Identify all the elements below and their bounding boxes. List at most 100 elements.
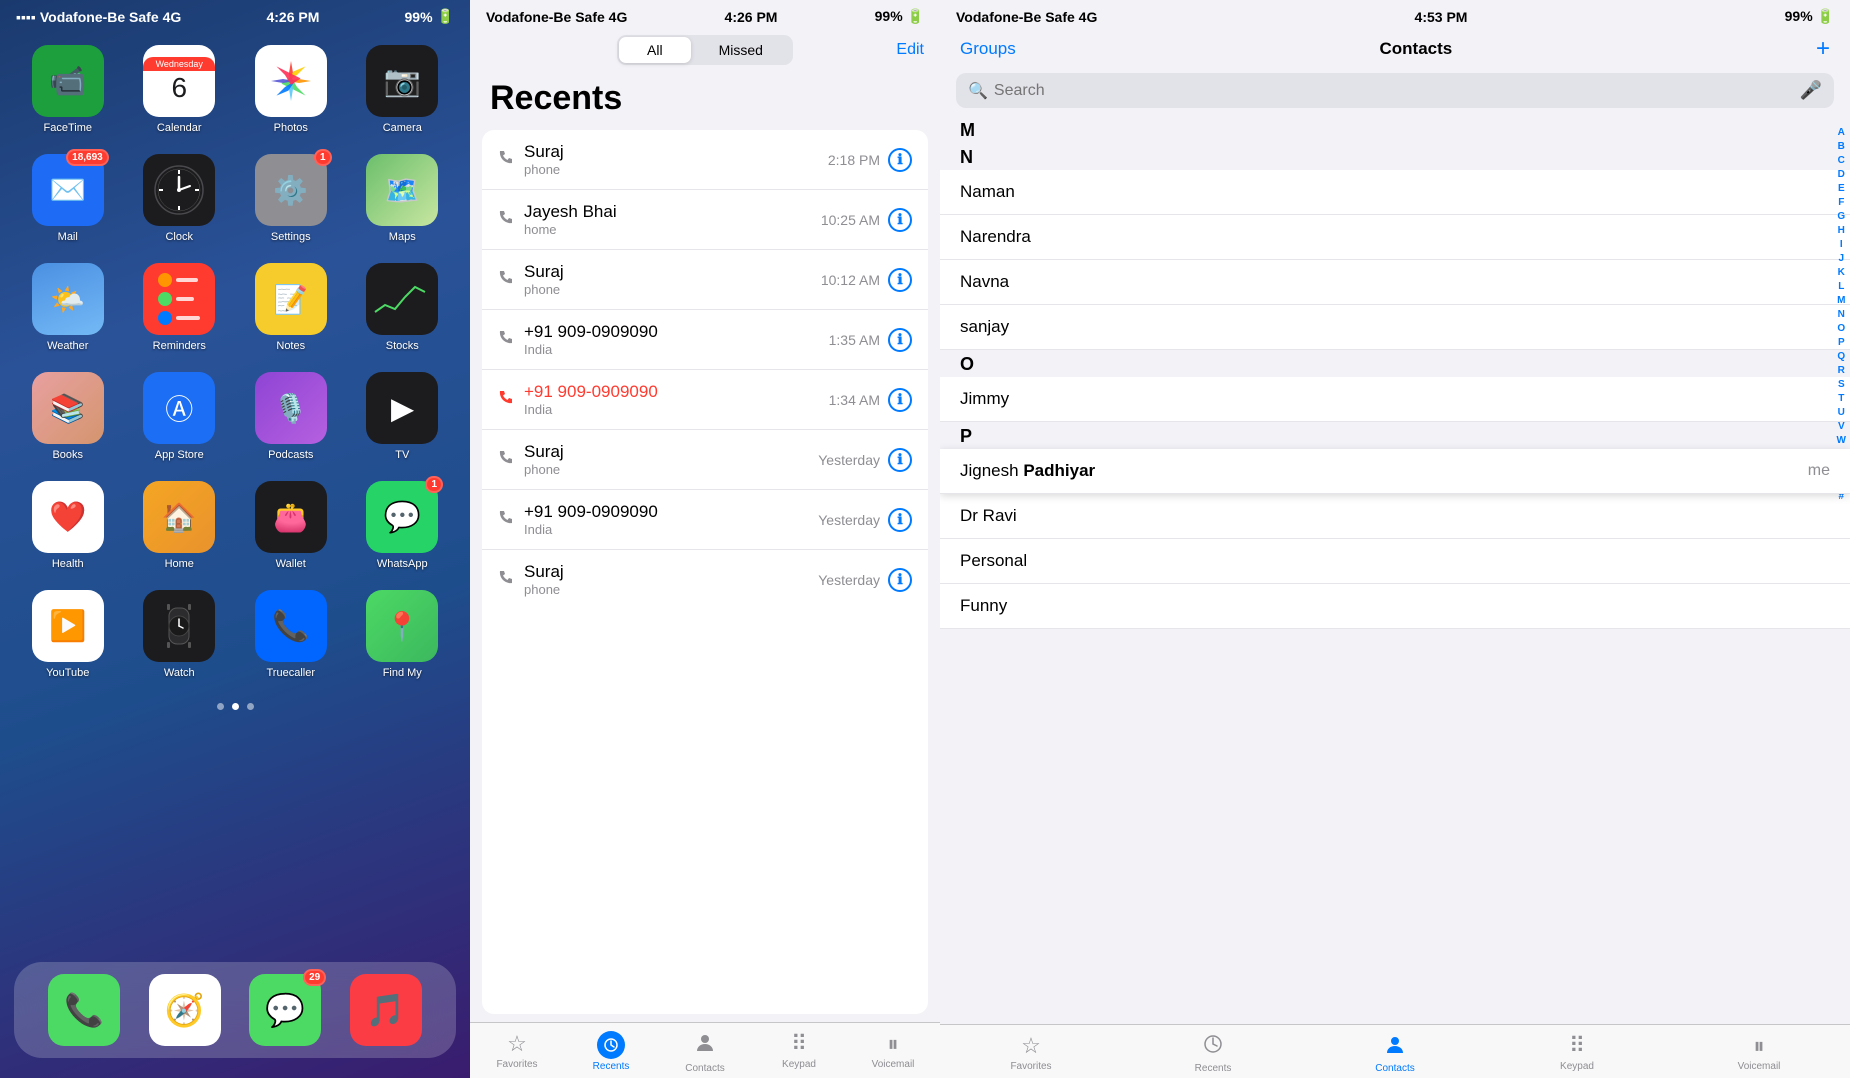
app-tv[interactable]: ▶ TV (357, 372, 449, 461)
edit-button[interactable]: Edit (896, 41, 924, 59)
recent-call-8[interactable]: Suraj phone Yesterday ℹ (482, 550, 928, 609)
app-stocks[interactable]: Stocks (357, 263, 449, 352)
recent-call-3[interactable]: Suraj phone 10:12 AM ℹ (482, 250, 928, 310)
app-notes[interactable]: 📝 Notes (245, 263, 337, 352)
app-appstore[interactable]: Ⓐ App Store (134, 372, 226, 461)
info-btn-6[interactable]: ℹ (888, 448, 912, 472)
dock-music[interactable]: 🎵 (350, 974, 422, 1046)
app-podcasts[interactable]: 🎙️ Podcasts (245, 372, 337, 461)
recent-name-3: Suraj (524, 262, 821, 282)
app-maps[interactable]: 🗺️ Maps (357, 154, 449, 243)
contact-jignesh[interactable]: Jignesh Padhiyar me (940, 449, 1850, 494)
recent-call-1[interactable]: Suraj phone 2:18 PM ℹ (482, 130, 928, 190)
dock-messages[interactable]: 💬 29 (249, 974, 321, 1046)
tab-all[interactable]: All (619, 37, 691, 63)
recent-call-4[interactable]: +91 909-0909090 India 1:35 AM ℹ (482, 310, 928, 370)
app-mail[interactable]: ✉️ 18,693 Mail (22, 154, 114, 243)
contact-jimmy[interactable]: Jimmy (940, 377, 1850, 422)
info-btn-7[interactable]: ℹ (888, 508, 912, 532)
alpha-b[interactable]: B (1838, 140, 1845, 153)
recent-call-2[interactable]: Jayesh Bhai home 10:25 AM ℹ (482, 190, 928, 250)
contact-funny[interactable]: Funny (940, 584, 1850, 629)
alpha-c[interactable]: C (1838, 154, 1845, 167)
alpha-w[interactable]: W (1837, 434, 1846, 447)
status-carrier: ▪▪▪▪ Vodafone-Be Safe 4G (16, 9, 181, 25)
alpha-u[interactable]: U (1838, 406, 1845, 419)
app-wallet[interactable]: 👛 Wallet (245, 481, 337, 570)
recent-call-7[interactable]: +91 909-0909090 India Yesterday ℹ (482, 490, 928, 550)
info-btn-8[interactable]: ℹ (888, 568, 912, 592)
contact-sanjay[interactable]: sanjay (940, 305, 1850, 350)
info-btn-2[interactable]: ℹ (888, 208, 912, 232)
app-camera[interactable]: 📷 Camera (357, 45, 449, 134)
app-facetime[interactable]: 📹 FaceTime (22, 45, 114, 134)
app-youtube[interactable]: ▶️ YouTube (22, 590, 114, 679)
mic-icon[interactable]: 🎤 (1800, 80, 1822, 101)
alpha-j[interactable]: J (1838, 252, 1844, 265)
recent-type-7: India (524, 522, 818, 537)
contacts-tab-voicemail[interactable]: ⏸ Voicemail (1668, 1033, 1850, 1074)
alpha-n[interactable]: N (1838, 308, 1845, 321)
info-btn-3[interactable]: ℹ (888, 268, 912, 292)
contacts-tab-recents[interactable]: Recents (1122, 1033, 1304, 1074)
app-truecaller[interactable]: 📞 Truecaller (245, 590, 337, 679)
recent-type-3: phone (524, 282, 821, 297)
alpha-q[interactable]: Q (1837, 350, 1845, 363)
app-settings[interactable]: ⚙️ 1 Settings (245, 154, 337, 243)
app-whatsapp[interactable]: 💬 1 WhatsApp (357, 481, 449, 570)
contact-personal[interactable]: Personal (940, 539, 1850, 584)
alpha-l[interactable]: L (1838, 280, 1844, 293)
app-clock[interactable]: Clock (134, 154, 226, 243)
tab-favorites[interactable]: ☆ Favorites (470, 1031, 564, 1074)
alpha-h[interactable]: H (1838, 224, 1845, 237)
mail-badge: 18,693 (66, 149, 109, 166)
alpha-f[interactable]: F (1838, 196, 1844, 209)
contact-navna[interactable]: Navna (940, 260, 1850, 305)
alpha-e[interactable]: E (1838, 182, 1845, 195)
alpha-r[interactable]: R (1838, 364, 1845, 377)
dock-phone[interactable]: 📞 (48, 974, 120, 1046)
app-watch[interactable]: Watch (134, 590, 226, 679)
alpha-m[interactable]: M (1837, 294, 1845, 307)
alpha-t[interactable]: T (1838, 392, 1844, 405)
alpha-s[interactable]: S (1838, 378, 1845, 391)
recent-call-5[interactable]: +91 909-0909090 India 1:34 AM ℹ (482, 370, 928, 430)
app-findmy[interactable]: 📍 Find My (357, 590, 449, 679)
tab-missed[interactable]: Missed (691, 37, 791, 63)
tab-voicemail[interactable]: ⏸ Voicemail (846, 1031, 940, 1074)
tab-recents[interactable]: Recents (564, 1031, 658, 1074)
contact-naman[interactable]: Naman (940, 170, 1850, 215)
contacts-tab-contacts[interactable]: Contacts (1304, 1033, 1486, 1074)
info-btn-1[interactable]: ℹ (888, 148, 912, 172)
app-photos[interactable]: Photos (245, 45, 337, 134)
alpha-d[interactable]: D (1838, 168, 1845, 181)
app-weather[interactable]: 🌤️ Weather (22, 263, 114, 352)
tab-contacts[interactable]: Contacts (658, 1031, 752, 1074)
groups-button[interactable]: Groups (960, 39, 1016, 59)
app-books[interactable]: 📚 Books (22, 372, 114, 461)
alpha-k[interactable]: K (1838, 266, 1845, 279)
tab-keypad[interactable]: ⠿ Keypad (752, 1031, 846, 1074)
contacts-tab-keypad[interactable]: ⠿ Keypad (1486, 1033, 1668, 1074)
app-home[interactable]: 🏠 Home (134, 481, 226, 570)
app-reminders[interactable]: Reminders (134, 263, 226, 352)
contact-drravi[interactable]: Dr Ravi (940, 494, 1850, 539)
search-input[interactable] (994, 82, 1794, 100)
tab-recents-label: Recents (593, 1061, 630, 1072)
alpha-g[interactable]: G (1837, 210, 1845, 223)
contacts-tab-favorites[interactable]: ☆ Favorites (940, 1033, 1122, 1074)
add-contact-button[interactable]: + (1816, 37, 1830, 61)
dock-safari[interactable]: 🧭 (149, 974, 221, 1046)
info-btn-4[interactable]: ℹ (888, 328, 912, 352)
recent-call-6[interactable]: Suraj phone Yesterday ℹ (482, 430, 928, 490)
alpha-p[interactable]: P (1838, 336, 1845, 349)
contact-narendra[interactable]: Narendra (940, 215, 1850, 260)
alpha-i[interactable]: I (1840, 238, 1843, 251)
alpha-v[interactable]: V (1838, 420, 1845, 433)
contacts-tab-favorites-label: Favorites (1010, 1061, 1051, 1072)
app-calendar[interactable]: Wednesday 6 Calendar (134, 45, 226, 134)
app-health[interactable]: ❤️ Health (22, 481, 114, 570)
alpha-a[interactable]: A (1838, 126, 1845, 139)
info-btn-5[interactable]: ℹ (888, 388, 912, 412)
alpha-o[interactable]: O (1837, 322, 1845, 335)
